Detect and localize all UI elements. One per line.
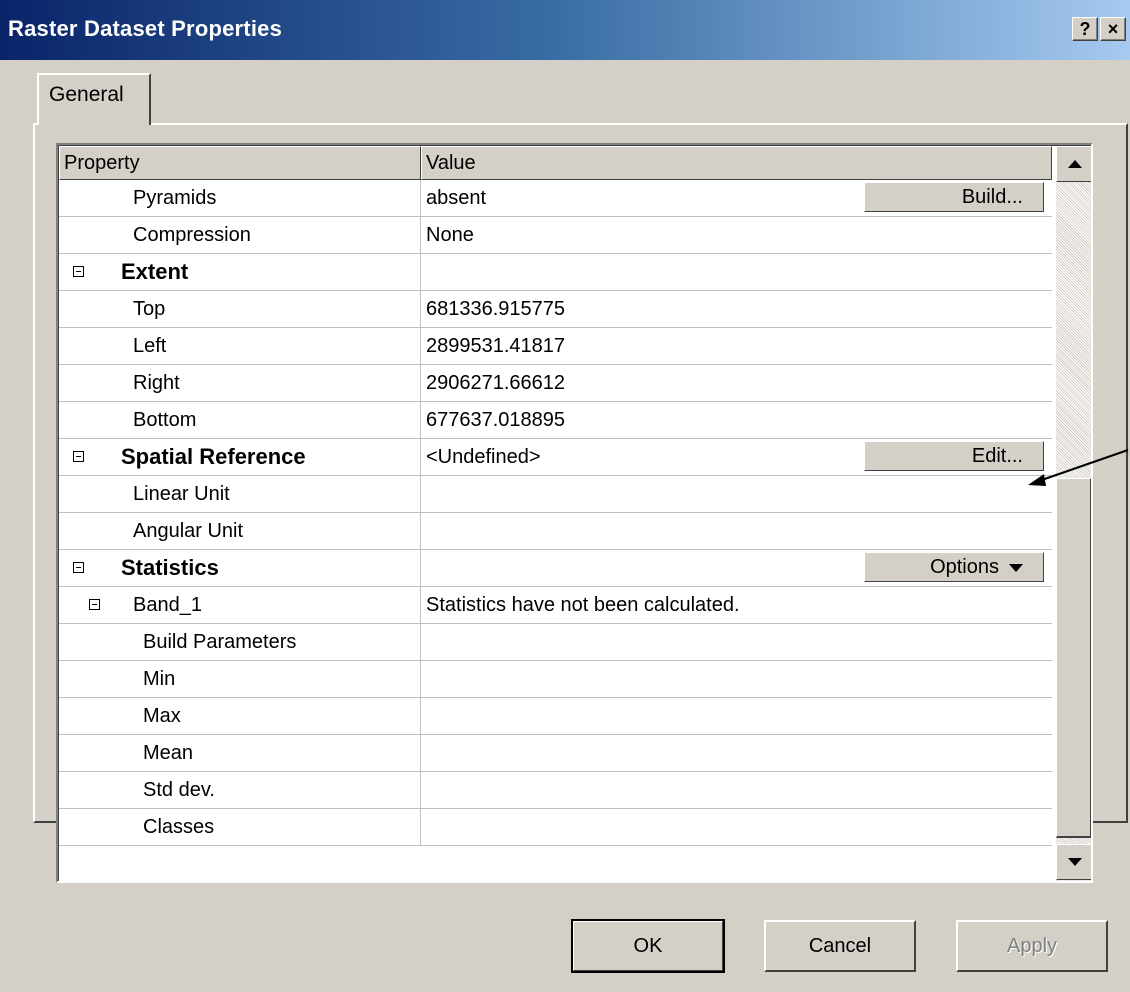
row-value: Options <box>421 550 1052 586</box>
options-button-label: Options <box>930 556 999 578</box>
row-value <box>421 772 1052 808</box>
row-left[interactable]: Left 2899531.41817 <box>59 328 1052 365</box>
row-value: Statistics have not been calculated. <box>426 594 740 616</box>
column-header-value[interactable]: Value <box>421 146 1052 180</box>
row-value <box>421 254 1052 290</box>
annotation-arrow-icon <box>1028 449 1129 486</box>
row-angular-unit[interactable]: Angular Unit <box>59 513 1052 550</box>
row-classes[interactable]: Classes <box>59 809 1052 846</box>
row-min[interactable]: Min <box>59 661 1052 698</box>
row-label: Std dev. <box>59 772 421 808</box>
row-label: Statistics <box>59 550 421 586</box>
row-value <box>421 661 1052 697</box>
cancel-button[interactable]: Cancel <box>764 920 916 972</box>
row-label: Build Parameters <box>59 624 421 660</box>
row-value: None <box>426 224 474 246</box>
tab-general-label: General <box>49 83 124 106</box>
row-value: 677637.018895 <box>426 409 566 431</box>
apply-button[interactable]: Apply <box>956 920 1108 972</box>
row-value <box>421 624 1052 660</box>
row-label: Bottom <box>59 402 421 438</box>
row-label: Max <box>59 698 421 734</box>
row-pyramids[interactable]: Pyramids absent Build... <box>59 180 1052 217</box>
build-pyramids-button[interactable]: Build... <box>864 182 1044 212</box>
row-value <box>421 698 1052 734</box>
row-band-1[interactable]: Band_1 Statistics have not been calculat… <box>59 587 1052 624</box>
row-value: 2906271.66612 <box>426 372 566 394</box>
row-value <box>421 809 1052 845</box>
row-right[interactable]: Right 2906271.66612 <box>59 365 1052 402</box>
row-build-parameters[interactable]: Build Parameters <box>59 624 1052 661</box>
row-mean[interactable]: Mean <box>59 735 1052 772</box>
row-label: Min <box>59 661 421 697</box>
row-label: Top <box>59 291 421 327</box>
title-bar[interactable]: Raster Dataset Properties ? × <box>0 0 1130 60</box>
row-value: absent Build... <box>421 180 1052 216</box>
window-title: Raster Dataset Properties <box>8 16 283 41</box>
close-button[interactable]: × <box>1100 17 1126 41</box>
property-grid: Property Value Pyramids absent Build... … <box>56 143 1093 883</box>
row-statistics[interactable]: Statistics Options <box>59 550 1052 587</box>
column-header-property[interactable]: Property <box>59 146 421 180</box>
row-value <box>421 476 1052 512</box>
row-value: 2899531.41817 <box>426 335 566 357</box>
row-value-text: absent <box>426 187 487 209</box>
tab-general[interactable]: General <box>37 73 151 125</box>
scrollbar-thumb[interactable] <box>1056 478 1091 838</box>
row-label: Linear Unit <box>59 476 421 512</box>
row-std-dev[interactable]: Std dev. <box>59 772 1052 809</box>
row-label: Compression <box>59 217 421 253</box>
row-label: Right <box>59 365 421 401</box>
row-top[interactable]: Top 681336.915775 <box>59 291 1052 328</box>
vertical-scrollbar[interactable] <box>1056 146 1091 881</box>
row-bottom[interactable]: Bottom 677637.018895 <box>59 402 1052 439</box>
row-label: Band_1 <box>59 587 421 623</box>
statistics-options-button[interactable]: Options <box>864 552 1044 582</box>
property-rows: Pyramids absent Build... Compression Non… <box>59 180 1052 846</box>
row-label: Spatial Reference <box>59 439 421 475</box>
ok-button[interactable]: OK <box>571 919 725 973</box>
row-value <box>421 513 1052 549</box>
row-label: Extent <box>59 254 421 290</box>
row-value: <Undefined> Edit... <box>421 439 1052 475</box>
row-label: Classes <box>59 809 421 845</box>
row-linear-unit[interactable]: Linear Unit <box>59 476 1052 513</box>
scroll-down-arrow-icon[interactable] <box>1056 844 1091 880</box>
row-label: Angular Unit <box>59 513 421 549</box>
row-value-text: <Undefined> <box>426 446 541 468</box>
row-value <box>421 735 1052 771</box>
row-spatial-reference[interactable]: Spatial Reference <Undefined> Edit... <box>59 439 1052 476</box>
row-label: Mean <box>59 735 421 771</box>
row-max[interactable]: Max <box>59 698 1052 735</box>
row-label: Left <box>59 328 421 364</box>
help-button[interactable]: ? <box>1072 17 1098 41</box>
scroll-up-arrow-icon[interactable] <box>1056 146 1091 182</box>
dropdown-arrow-icon <box>1009 563 1023 572</box>
edit-spatial-reference-button[interactable]: Edit... <box>864 441 1044 471</box>
row-compression[interactable]: Compression None <box>59 217 1052 254</box>
row-extent[interactable]: Extent <box>59 254 1052 291</box>
row-value: 681336.915775 <box>426 298 566 320</box>
row-label: Pyramids <box>59 180 421 216</box>
